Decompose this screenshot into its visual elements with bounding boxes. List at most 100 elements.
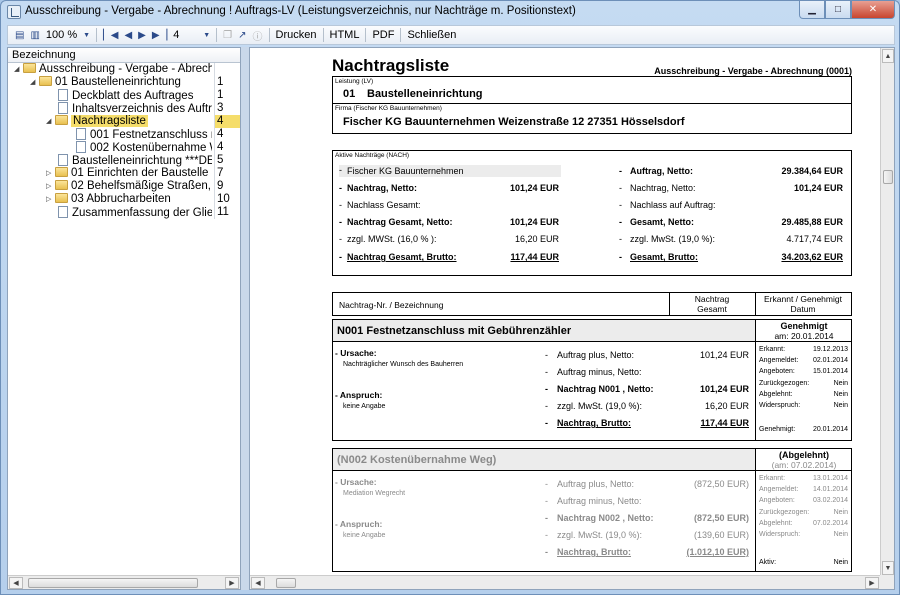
tree-toggle-button[interactable]: ▤ xyxy=(12,27,27,43)
last-page-button[interactable]: ▶▕ xyxy=(149,27,170,43)
tree-item-einrichten[interactable]: ▷ 01 Einrichten der Baustelle 7 xyxy=(8,167,240,180)
tree-item-root[interactable]: ◢ Ausschreibung - Vergabe - Abrechnung xyxy=(8,63,240,76)
amount-label: Nachtrag N002 , Netto: xyxy=(557,513,654,523)
tree-horizontal-scrollbar[interactable]: ◀ ▶ xyxy=(8,575,240,589)
bullet: - xyxy=(545,384,548,394)
report-subtitle: Ausschreibung - Vergabe - Abrechnung (00… xyxy=(654,66,852,76)
bullet: - xyxy=(545,418,548,428)
aktive-label: Aktive Nachträge (NACH) xyxy=(335,152,410,159)
tree-item-label: 01 Einrichten der Baustelle xyxy=(71,167,209,179)
scroll-left-icon[interactable]: ◀ xyxy=(9,577,23,589)
scroll-right-icon[interactable]: ▶ xyxy=(865,577,879,589)
tree-item-label: Inhaltsverzeichnis des Auftrages xyxy=(72,103,212,115)
tree-item-baustelleneinrichtung[interactable]: ◢ 01 Baustelleneinrichtung 1 xyxy=(8,76,240,89)
anspruch-label: - Anspruch: xyxy=(335,390,383,400)
tree-item-baustelleneinrichtung-de[interactable]: Baustelleneinrichtung ***DE 5 xyxy=(8,154,240,167)
info-button[interactable]: ⓘ xyxy=(250,27,266,43)
separator xyxy=(400,28,402,42)
collapse-icon[interactable]: ◢ xyxy=(30,76,39,89)
layout-button[interactable]: ▥ xyxy=(27,27,42,43)
chart-button[interactable]: ↗ xyxy=(235,27,249,43)
tree-item-n001[interactable]: 001 Festnetzanschluss mit Gebührenzähler… xyxy=(8,128,240,141)
amount-label: Auftrag minus, Netto: xyxy=(557,496,642,506)
tree-item-page: 9 xyxy=(214,180,240,193)
amount-label: Nachtrag, Brutto: xyxy=(557,547,631,557)
app-window: Ausschreibung - Vergabe - Abrechnung ! A… xyxy=(0,0,900,595)
collapse-icon[interactable]: ◢ xyxy=(14,63,23,76)
amount-label: zzgl. MwSt. (19,0 %): xyxy=(557,530,643,540)
tree-item-abbrucharbeiten[interactable]: ▷ 03 Abbrucharbeiten 10 xyxy=(8,193,240,206)
scroll-thumb[interactable] xyxy=(28,578,198,588)
collapse-icon[interactable]: ◢ xyxy=(46,115,55,128)
date-value: 14.01.2014 xyxy=(812,486,848,493)
html-button[interactable]: HTML xyxy=(327,27,363,43)
prev-page-icon: ◀ xyxy=(124,29,133,41)
tree-item-inhaltsverzeichnis[interactable]: Inhaltsverzeichnis des Auftrages 3 xyxy=(8,102,240,115)
tree-item-deckblatt[interactable]: Deckblatt des Auftrages 1 xyxy=(8,89,240,102)
scroll-left-icon[interactable]: ◀ xyxy=(251,577,265,589)
zoom-select[interactable]: 100 % ▼ xyxy=(43,27,93,43)
next-page-button[interactable]: ▶ xyxy=(135,27,149,43)
summary-box: Aktive Nachträge (NACH) Fischer KG Bauun… xyxy=(332,150,852,276)
scroll-up-icon[interactable]: ▲ xyxy=(882,49,894,63)
leistung-name: Baustelleneinrichtung xyxy=(367,88,483,100)
scroll-right-icon[interactable]: ▶ xyxy=(225,577,239,589)
scroll-down-icon[interactable]: ▼ xyxy=(882,561,894,575)
bullet: - xyxy=(339,217,342,227)
next-page-icon: ▶ xyxy=(138,29,146,41)
amount-value: 101,24 EUR xyxy=(699,350,749,360)
maximize-button[interactable]: □ xyxy=(825,1,851,19)
document-icon xyxy=(58,89,68,101)
footer-value: Nein xyxy=(833,559,848,566)
preview-vertical-scrollbar[interactable]: ▲ ▼ xyxy=(880,48,894,576)
summary-left-label: Nachtrag, Netto: xyxy=(347,183,418,193)
tree-item-label: Ausschreibung - Vergabe - Abrechnung xyxy=(39,63,212,75)
tree-item-behelfsmaessige-strassen[interactable]: ▷ 02 Behelfsmäßige Straßen, Wege 9 xyxy=(8,180,240,193)
date-value: 19.12.2013 xyxy=(812,346,848,353)
minimize-button[interactable]: ▁ xyxy=(799,1,825,19)
close-button[interactable]: Schließen xyxy=(404,27,459,43)
tree-column-header[interactable]: Bezeichnung xyxy=(8,48,240,63)
status-badge: Genehmigt xyxy=(780,321,828,331)
bullet: - xyxy=(339,200,342,210)
tree-item-page: 7 xyxy=(214,167,240,180)
amount-label: Auftrag minus, Netto: xyxy=(557,367,642,377)
scroll-thumb[interactable] xyxy=(276,578,296,588)
report-preview-pane: Nachtragsliste Ausschreibung - Vergabe -… xyxy=(249,47,895,590)
print-button[interactable]: Drucken xyxy=(273,27,320,43)
date-value: 13.01.2014 xyxy=(812,475,848,482)
table-header: Nachtrag-Nr. / Bezeichnung Nachtrag Gesa… xyxy=(332,292,852,316)
firma-box: Firma (Fischer KG Bauunternehmen) Fische… xyxy=(332,104,852,134)
folder-icon xyxy=(55,167,68,177)
chevron-down-icon: ▼ xyxy=(83,31,91,39)
prev-page-button[interactable]: ◀ xyxy=(121,27,135,43)
expand-icon[interactable]: ▷ xyxy=(46,180,55,193)
expand-icon[interactable]: ▷ xyxy=(46,193,55,206)
bullet: - xyxy=(545,547,548,557)
tree-item-page: 1 xyxy=(214,76,240,89)
nachtrag-block-n001: N001 Festnetzanschluss mit Gebührenzähle… xyxy=(332,319,852,441)
tree-item-nachtragsliste[interactable]: ◢ Nachtragsliste 4 xyxy=(8,115,240,128)
pdf-button[interactable]: PDF xyxy=(369,27,397,43)
preview-horizontal-scrollbar[interactable]: ◀ ▶ xyxy=(250,575,880,589)
zoom-value: 100 % xyxy=(45,29,78,41)
column-header-datum: Datum xyxy=(790,304,816,314)
amount-label: Nachtrag N001 , Netto: xyxy=(557,384,654,394)
close-window-button[interactable]: ✕ xyxy=(851,1,895,19)
pane-splitter[interactable] xyxy=(241,47,249,590)
footer-label: Aktiv: xyxy=(759,559,777,566)
pane-icon: ▤ xyxy=(15,29,25,41)
firma-label: Firma (Fischer KG Bauunternehmen) xyxy=(335,105,442,112)
bullet: - xyxy=(619,166,622,176)
bullet: - xyxy=(619,200,622,210)
tree-item-zusammenfassung[interactable]: Zusammenfassung der Gliederung 11 xyxy=(8,206,240,219)
tree-item-label: Zusammenfassung der Gliederung xyxy=(72,207,212,219)
tree-item-n002[interactable]: 002 Kostenübernahme Weg 4 xyxy=(8,141,240,154)
first-page-button[interactable]: ▏◀ xyxy=(100,27,121,43)
column-header-erkannt: Erkannt / Genehmigt xyxy=(764,294,842,304)
expand-icon[interactable]: ▷ xyxy=(46,167,55,180)
scroll-thumb[interactable] xyxy=(883,170,893,184)
copy-button[interactable]: ❐ xyxy=(220,27,235,43)
amount-label: Auftrag plus, Netto: xyxy=(557,350,635,360)
page-select[interactable]: 4 ▼ xyxy=(170,27,213,43)
